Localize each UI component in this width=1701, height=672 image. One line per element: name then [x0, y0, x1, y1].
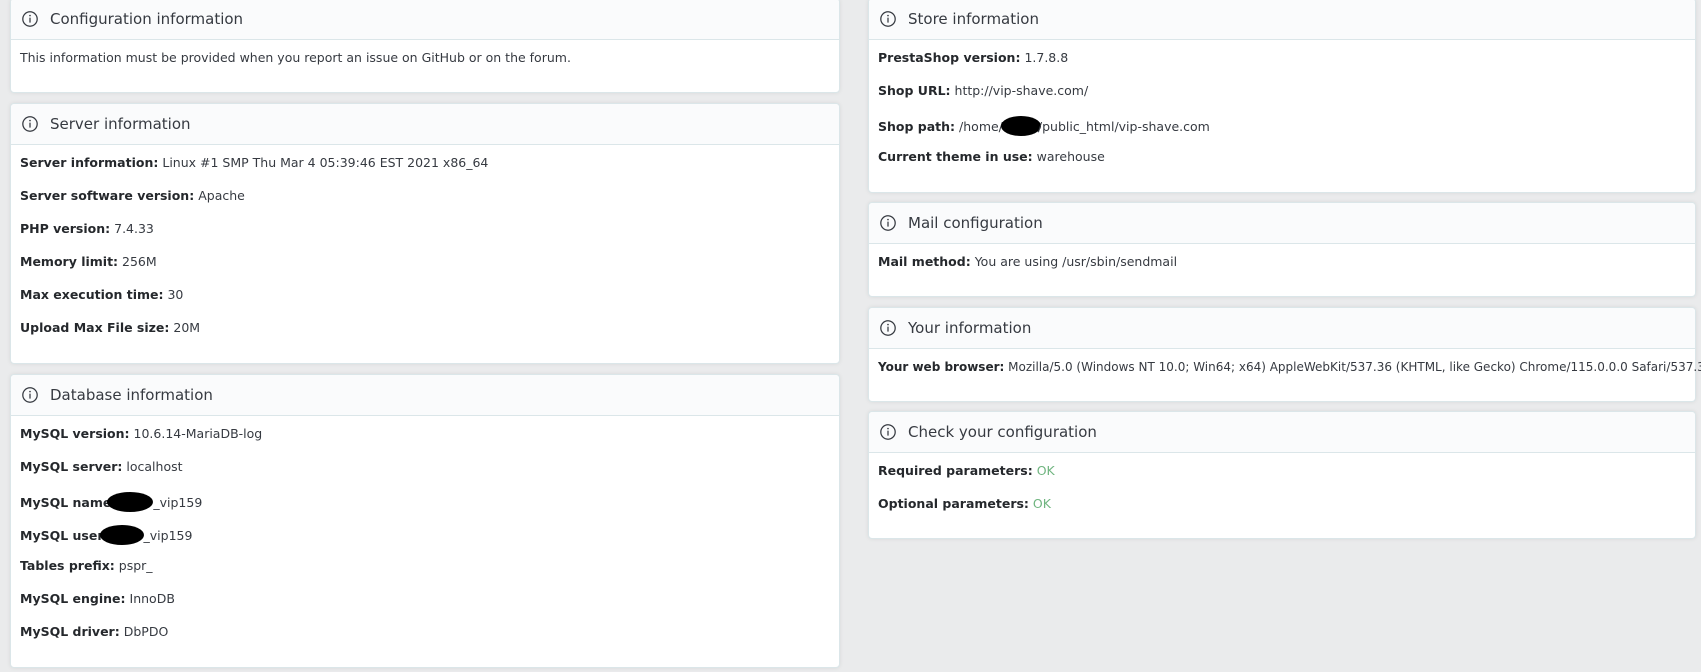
- panel-title: Check your configuration: [908, 423, 1097, 441]
- row-value: Linux #1 SMP Thu Mar 4 05:39:46 EST 2021…: [162, 155, 489, 170]
- row-value: You are using /usr/sbin/sendmail: [974, 254, 1178, 269]
- row-label: Shop URL:: [878, 83, 951, 98]
- info-circle-icon: [880, 320, 896, 336]
- upload-max-file-size-row: Upload Max File size: 20M: [20, 320, 830, 353]
- row-value: Mozilla/5.0 (Windows NT 10.0; Win64; x64…: [1008, 360, 1701, 374]
- mysql-name-row: MySQL name _vip159: [20, 492, 830, 525]
- panel-header: Check your configuration: [869, 412, 1695, 453]
- row-label: Max execution time:: [20, 287, 164, 302]
- row-label: Shop path:: [878, 119, 956, 134]
- panel-header: Mail configuration: [869, 203, 1695, 244]
- row-value: warehouse: [1036, 149, 1105, 164]
- row-value-prefix: /home/: [959, 119, 1003, 134]
- row-label: Upload Max File size:: [20, 320, 170, 335]
- web-browser-row: Your web browser: Mozilla/5.0 (Windows N…: [878, 359, 1701, 392]
- redaction-mark: [1000, 116, 1041, 136]
- status-ok: OK: [1032, 496, 1051, 511]
- redaction-mark: [99, 525, 144, 545]
- status-ok: OK: [1036, 463, 1055, 478]
- report-issue-note: This information must be provided when y…: [20, 50, 571, 65]
- row-label: MySQL version:: [20, 426, 130, 441]
- panel-title: Database information: [50, 386, 213, 404]
- row-value: pspr_: [118, 558, 153, 573]
- memory-limit-row: Memory limit: 256M: [20, 254, 830, 287]
- row-label: MySQL name: [20, 495, 112, 510]
- server-information-panel: Server information Server information: L…: [10, 103, 840, 364]
- row-value: 30: [167, 287, 184, 302]
- row-label: Your web browser:: [878, 360, 1005, 374]
- required-parameters-row: Required parameters: OK: [878, 463, 1686, 496]
- mail-configuration-panel: Mail configuration Mail method: You are …: [868, 202, 1696, 297]
- row-value: _vip159: [153, 495, 203, 510]
- panel-title: Configuration information: [50, 10, 244, 28]
- row-label: PHP version:: [20, 221, 111, 236]
- row-label: MySQL engine:: [20, 591, 126, 606]
- row-label: Server information:: [20, 155, 159, 170]
- php-version-row: PHP version: 7.4.33: [20, 221, 830, 254]
- row-label: Mail method:: [878, 254, 971, 269]
- mysql-server-row: MySQL server: localhost: [20, 459, 830, 492]
- database-information-panel: Database information MySQL version: 10.6…: [10, 374, 840, 668]
- row-label: Current theme in use:: [878, 149, 1033, 164]
- your-information-panel: Your information Your web browser: Mozil…: [868, 307, 1701, 402]
- redaction-mark: [107, 492, 154, 512]
- info-circle-icon: [22, 116, 38, 132]
- mysql-driver-row: MySQL driver: DbPDO: [20, 624, 830, 657]
- info-circle-icon: [880, 424, 896, 440]
- panel-header: Database information: [11, 375, 839, 416]
- panel-title: Store information: [908, 10, 1039, 28]
- shop-path-row: Shop path: /home/ /public_html/vip-shave.…: [878, 116, 1686, 149]
- row-value: 7.4.33: [114, 221, 154, 236]
- check-configuration-panel: Check your configuration Required parame…: [868, 411, 1696, 539]
- panel-title: Mail configuration: [908, 214, 1043, 232]
- tables-prefix-row: Tables prefix: pspr_: [20, 558, 830, 591]
- server-info-row: Server information: Linux #1 SMP Thu Mar…: [20, 155, 830, 188]
- panel-header: Store information: [869, 0, 1695, 40]
- panel-header: Your information: [869, 308, 1695, 349]
- prestashop-version-row: PrestaShop version: 1.7.8.8: [878, 50, 1686, 83]
- row-value: /public_html/vip-shave.com: [1037, 119, 1210, 134]
- row-label: Memory limit:: [20, 254, 119, 269]
- row-value: InnoDB: [129, 591, 175, 606]
- info-circle-icon: [22, 11, 38, 27]
- panel-title: Your information: [908, 319, 1032, 337]
- shop-url-row: Shop URL: http://vip-shave.com/: [878, 83, 1686, 116]
- store-information-panel: Store information PrestaShop version: 1.…: [868, 0, 1696, 193]
- row-value: _vip159: [143, 528, 193, 543]
- row-value: DbPDO: [123, 624, 169, 639]
- info-circle-icon: [880, 11, 896, 27]
- panel-header: Server information: [11, 104, 839, 145]
- panel-header: Configuration information: [11, 0, 839, 40]
- row-value: 256M: [122, 254, 157, 269]
- row-value: 20M: [173, 320, 201, 335]
- row-label: Optional parameters:: [878, 496, 1029, 511]
- mysql-engine-row: MySQL engine: InnoDB: [20, 591, 830, 624]
- row-value: 1.7.8.8: [1024, 50, 1069, 65]
- row-label: MySQL user: [20, 528, 104, 543]
- row-value: 10.6.14-MariaDB-log: [133, 426, 263, 441]
- info-circle-icon: [22, 387, 38, 403]
- mysql-user-row: MySQL user _vip159: [20, 525, 830, 558]
- row-value: http://vip-shave.com/: [954, 83, 1089, 98]
- max-execution-time-row: Max execution time: 30: [20, 287, 830, 320]
- row-label: MySQL server:: [20, 459, 123, 474]
- row-label: Server software version:: [20, 188, 195, 203]
- configuration-information-panel: Configuration information This informati…: [10, 0, 840, 93]
- mail-method-row: Mail method: You are using /usr/sbin/sen…: [878, 254, 1686, 287]
- row-label: Tables prefix:: [20, 558, 115, 573]
- mysql-version-row: MySQL version: 10.6.14-MariaDB-log: [20, 426, 830, 459]
- current-theme-row: Current theme in use: warehouse: [878, 149, 1686, 182]
- optional-parameters-row: Optional parameters: OK: [878, 496, 1686, 529]
- row-label: Required parameters:: [878, 463, 1033, 478]
- panel-title: Server information: [50, 115, 191, 133]
- row-value: localhost: [126, 459, 183, 474]
- row-label: PrestaShop version:: [878, 50, 1021, 65]
- info-circle-icon: [880, 215, 896, 231]
- server-software-row: Server software version: Apache: [20, 188, 830, 221]
- row-label: MySQL driver:: [20, 624, 120, 639]
- row-value: Apache: [198, 188, 245, 203]
